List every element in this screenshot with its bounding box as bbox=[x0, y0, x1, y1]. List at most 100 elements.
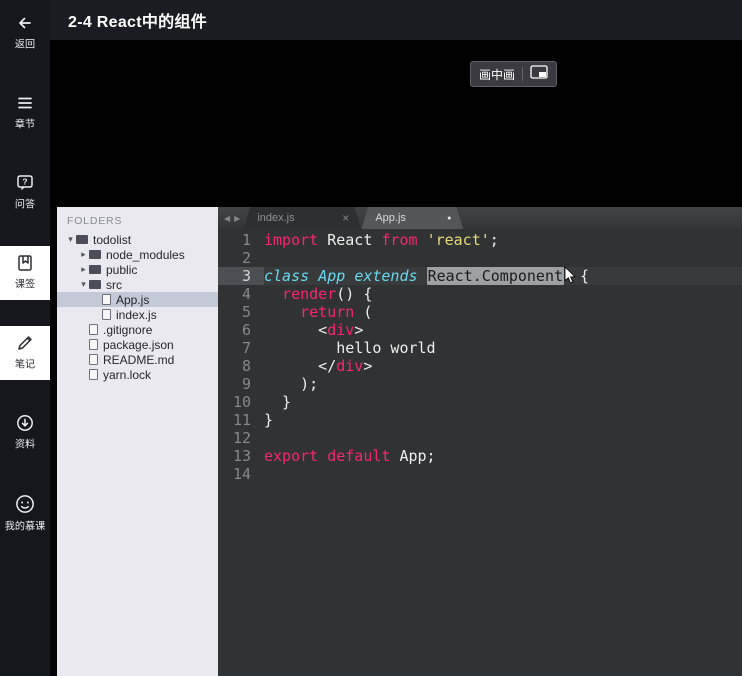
sidebar-item-label: 资料 bbox=[14, 439, 36, 451]
code-token: App; bbox=[390, 447, 436, 465]
code-token: hello world bbox=[264, 339, 436, 357]
code-line-7[interactable]: 7 hello world bbox=[218, 339, 742, 357]
sidebar-item-label: 问答 bbox=[14, 199, 36, 211]
tree-item-.gitignore[interactable]: .gitignore bbox=[57, 322, 218, 337]
code-line-8[interactable]: 8 </div> bbox=[218, 357, 742, 375]
sidebar-item-back[interactable]: 返回 bbox=[0, 6, 50, 60]
tree-item-README.md[interactable]: README.md bbox=[57, 352, 218, 367]
code-token: < bbox=[264, 321, 328, 339]
code-token: App bbox=[318, 267, 346, 285]
chevron-down-icon[interactable]: ▾ bbox=[78, 277, 89, 292]
line-number: 12 bbox=[232, 429, 251, 447]
tree-item-todolist[interactable]: ▾ todolist bbox=[57, 232, 218, 247]
tab-scroll-right-icon[interactable]: ▶ bbox=[234, 214, 240, 223]
tree-item-src[interactable]: ▾ src bbox=[57, 277, 218, 292]
line-number: 11 bbox=[232, 411, 251, 429]
code-token: export bbox=[264, 447, 319, 465]
tree-item-node_modules[interactable]: ▸ node_modules bbox=[57, 247, 218, 262]
pencil-icon bbox=[15, 333, 35, 353]
pip-button-label: 画中画 bbox=[479, 67, 516, 82]
code-line-11[interactable]: 11} bbox=[218, 411, 742, 429]
tab-bar: ◀ ▶ index.js × App.js ● bbox=[218, 207, 742, 229]
line-content: class App extends React.Component { bbox=[264, 266, 589, 285]
tree-item-label: package.json bbox=[103, 337, 174, 352]
code-token: > bbox=[363, 357, 373, 375]
bookmark-icon bbox=[15, 253, 35, 273]
code-line-4[interactable]: 4 render() { bbox=[218, 285, 742, 303]
chevron-right-icon[interactable]: ▸ bbox=[78, 247, 89, 262]
app-root: 返回 章节 ? 问答 课签 笔记 资料 我的慕课 2-4 React中的组件 画… bbox=[0, 0, 742, 676]
line-number: 9 bbox=[241, 375, 251, 393]
code-line-14[interactable]: 14 bbox=[218, 465, 742, 483]
line-number: 3 bbox=[218, 267, 264, 285]
tree-item-App.js[interactable]: App.js bbox=[57, 292, 218, 307]
sidebar-item-mycourses[interactable]: 我的慕课 bbox=[0, 486, 50, 542]
chevron-down-icon[interactable]: ▾ bbox=[65, 232, 76, 247]
line-number: 5 bbox=[241, 303, 251, 321]
sidebar-item-chapters[interactable]: 章节 bbox=[0, 86, 50, 140]
mouse-cursor-icon bbox=[564, 266, 576, 284]
folder-icon bbox=[76, 235, 88, 244]
sidebar-item-bookmark[interactable]: 课签 bbox=[0, 246, 50, 300]
chevron-right-icon[interactable]: ▸ bbox=[78, 262, 89, 277]
tab-scroll-left-icon[interactable]: ◀ bbox=[224, 214, 230, 223]
code-line-3[interactable]: 3 class App extends React.Component { bbox=[218, 266, 742, 285]
video-player[interactable]: 画中画 bbox=[50, 40, 742, 207]
avatar-icon bbox=[14, 493, 36, 515]
tab-label: index.js bbox=[257, 212, 295, 224]
qa-bubble-icon: ? bbox=[15, 173, 35, 193]
line-content: } bbox=[264, 411, 273, 429]
file-icon bbox=[89, 324, 98, 335]
line-number: 13 bbox=[232, 447, 251, 465]
modified-dot-icon: ● bbox=[447, 214, 452, 222]
file-icon bbox=[89, 339, 98, 350]
tree-item-yarn.lock[interactable]: yarn.lock bbox=[57, 367, 218, 382]
code-token: ); bbox=[264, 375, 319, 393]
sidebar-item-label: 返回 bbox=[14, 39, 36, 51]
tree-item-index.js[interactable]: index.js bbox=[57, 307, 218, 322]
close-icon[interactable]: × bbox=[342, 211, 349, 225]
back-arrow-icon bbox=[15, 13, 35, 33]
sidebar-item-notes[interactable]: 笔记 bbox=[0, 326, 50, 380]
pip-button[interactable]: 画中画 bbox=[470, 61, 558, 87]
folders-header: FOLDERS bbox=[67, 215, 123, 227]
tree-item-label: node_modules bbox=[106, 247, 185, 262]
tab-index-js[interactable]: index.js × bbox=[243, 207, 361, 229]
line-content: export default App; bbox=[264, 447, 436, 465]
code-lines[interactable]: 1 import React from 'react'; 2 3 class App e… bbox=[218, 229, 742, 676]
code-token: import bbox=[264, 231, 319, 249]
tab-app-js[interactable]: App.js ● bbox=[361, 207, 463, 229]
code-token: ; bbox=[489, 231, 499, 249]
code-line-6[interactable]: 6 <div> bbox=[218, 321, 742, 339]
code-editor: ◀ ▶ index.js × App.js ● 1 import React fr… bbox=[218, 207, 742, 676]
sidebar-item-qa[interactable]: ? 问答 bbox=[0, 166, 50, 220]
line-number: 8 bbox=[241, 357, 251, 375]
file-icon bbox=[102, 309, 111, 320]
code-token: render bbox=[282, 285, 337, 303]
code-line-2[interactable]: 2 bbox=[218, 249, 742, 267]
line-content: return ( bbox=[264, 303, 372, 321]
chapter-list-icon bbox=[15, 93, 35, 113]
code-token: } bbox=[264, 393, 292, 411]
tab-label: App.js bbox=[375, 212, 406, 224]
line-content: <div> bbox=[264, 321, 363, 339]
code-line-1[interactable]: 1 import React from 'react'; bbox=[218, 231, 742, 249]
code-line-9[interactable]: 9 ); bbox=[218, 375, 742, 393]
line-number: 10 bbox=[232, 393, 251, 411]
tree-item-package.json[interactable]: package.json bbox=[57, 337, 218, 352]
tree-item-public[interactable]: ▸ public bbox=[57, 262, 218, 277]
code-line-13[interactable]: 13 export default App; bbox=[218, 447, 742, 465]
code-token: > bbox=[354, 321, 364, 339]
code-token: class bbox=[264, 267, 310, 285]
picture-in-picture-icon bbox=[530, 64, 548, 84]
code-token: div bbox=[336, 357, 364, 375]
code-line-12[interactable]: 12 bbox=[218, 429, 742, 447]
code-line-10[interactable]: 10 } bbox=[218, 393, 742, 411]
sidebar-item-materials[interactable]: 资料 bbox=[0, 406, 50, 460]
file-icon bbox=[89, 369, 98, 380]
code-line-5[interactable]: 5 return ( bbox=[218, 303, 742, 321]
sidebar-item-label: 课签 bbox=[14, 279, 36, 291]
